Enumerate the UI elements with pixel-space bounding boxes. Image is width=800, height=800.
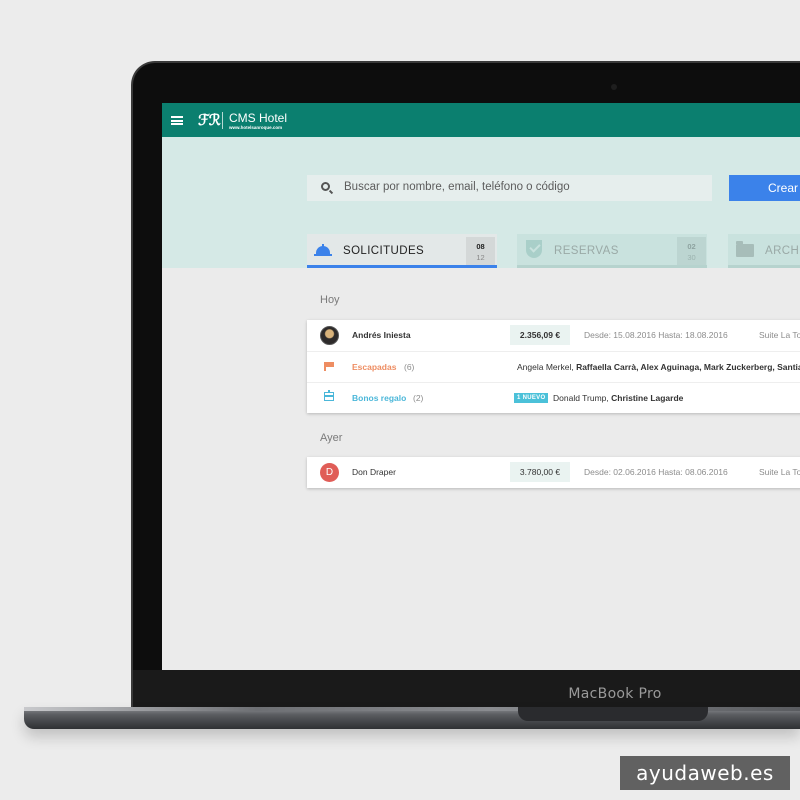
people-list: Angela Merkel, Raffaella Carrà, Alex Agu… xyxy=(517,362,800,372)
hotel-logo: ℱℛ xyxy=(198,111,221,129)
tab-counter: 08 12 xyxy=(466,237,495,265)
search-placeholder: Buscar por nombre, email, teléfono o cód… xyxy=(344,181,570,193)
folder-icon xyxy=(736,241,754,257)
date-range: Desde: 02.06.2016 Hasta: 08.06.2016 xyxy=(584,467,728,477)
category-count: (2) xyxy=(413,393,424,403)
price-badge: 2.356,09 € xyxy=(510,325,570,345)
tab-solicitudes[interactable]: SOLICITUDES 08 12 xyxy=(307,234,497,268)
hamburger-menu-icon[interactable] xyxy=(171,116,183,125)
requests-card-yesterday: D Don Draper 3.780,00 € Desde: 02.06.201… xyxy=(307,457,800,488)
logo-divider xyxy=(222,112,223,129)
guest-name: Andrés Iniesta xyxy=(352,330,411,340)
tab-label: RESERVAS xyxy=(554,245,619,257)
watermark: ayudaweb.es xyxy=(620,756,790,790)
requests-card-today: Andrés Iniesta 2.356,09 € Desde: 15.08.2… xyxy=(307,320,800,413)
people-bold: Raffaella Carrà, Alex Aguinaga, Mark Zuc… xyxy=(576,362,800,372)
category-label: Bonos regalo xyxy=(352,393,407,403)
people-bold: Christine Lagarde xyxy=(611,393,684,403)
search-icon xyxy=(321,182,330,191)
request-row[interactable]: D Don Draper 3.780,00 € Desde: 02.06.201… xyxy=(307,457,800,488)
people-list: Donald Trump, Christine Lagarde xyxy=(553,393,683,403)
room-name: Suite La To xyxy=(759,467,800,477)
app-subtitle: www.hotelsanroque.com xyxy=(229,125,283,130)
new-badge: 1 NUEVO xyxy=(514,393,549,403)
guest-name: Don Draper xyxy=(352,467,396,477)
counter-bottom: 30 xyxy=(687,253,696,262)
top-app-bar: ℱℛ CMS Hotel www.hotelsanroque.com xyxy=(162,103,800,137)
group-label-ayer: Ayer xyxy=(320,432,343,444)
request-row[interactable]: Andrés Iniesta 2.356,09 € Desde: 15.08.2… xyxy=(307,320,800,351)
date-range: Desde: 15.08.2016 Hasta: 18.08.2016 xyxy=(584,330,728,340)
laptop-notch xyxy=(518,707,708,721)
app-screen: ℱℛ CMS Hotel www.hotelsanroque.com Busca… xyxy=(162,103,800,670)
category-label: Escapadas xyxy=(352,362,397,372)
counter-top: 08 xyxy=(476,242,485,251)
gift-icon xyxy=(323,390,334,401)
category-row-escapadas[interactable]: Escapadas (6) Angela Merkel, Raffaella C… xyxy=(307,351,800,382)
people-plain: Angela Merkel, xyxy=(517,362,577,372)
flag-icon xyxy=(324,362,334,371)
laptop-chin xyxy=(133,670,800,710)
shield-check-icon xyxy=(526,240,542,258)
avatar: D xyxy=(320,463,339,482)
people-plain: Donald Trump, xyxy=(553,393,612,403)
tab-counter: 02 30 xyxy=(677,237,706,265)
tab-label: ARCHI xyxy=(765,245,800,257)
tab-archivo[interactable]: ARCHI xyxy=(728,234,800,268)
device-brand: MacBook Pro xyxy=(568,686,662,702)
counter-top: 02 xyxy=(687,242,696,251)
app-title: CMS Hotel xyxy=(229,111,288,125)
group-label-hoy: Hoy xyxy=(320,294,340,306)
avatar xyxy=(320,326,339,345)
service-bell-icon xyxy=(314,244,332,256)
camera-dot xyxy=(611,84,617,90)
counter-bottom: 12 xyxy=(476,253,485,262)
tab-reservas[interactable]: RESERVAS 02 30 xyxy=(517,234,707,268)
category-count: (6) xyxy=(404,362,415,372)
room-name: Suite La To xyxy=(759,330,800,340)
tab-label: SOLICITUDES xyxy=(343,245,425,257)
create-button[interactable]: Crear xyxy=(729,175,800,201)
price-badge: 3.780,00 € xyxy=(510,462,570,482)
category-row-bonos[interactable]: Bonos regalo (2) 1 NUEVO Donald Trump, C… xyxy=(307,382,800,413)
